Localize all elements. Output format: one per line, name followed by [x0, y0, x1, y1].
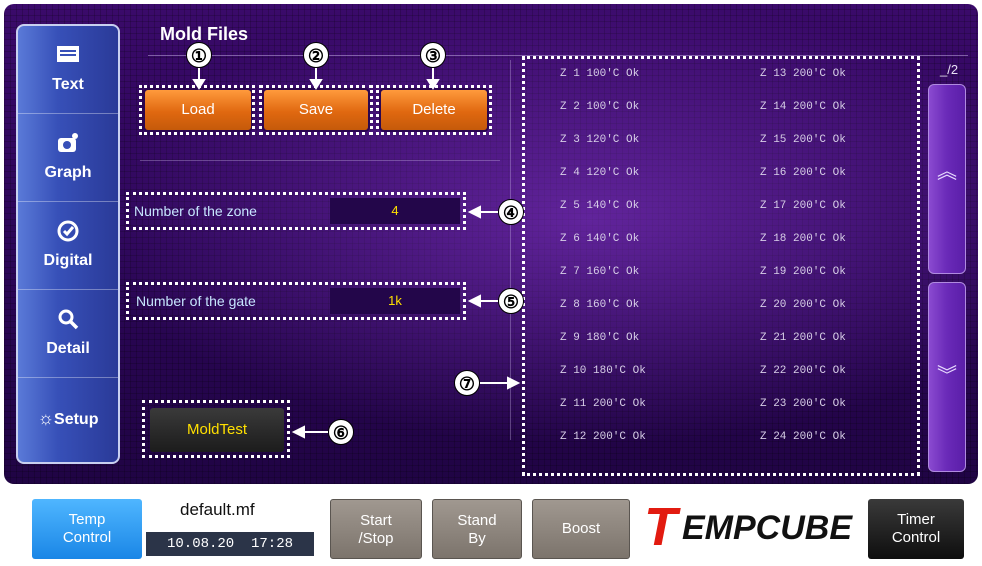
stand-by-button[interactable]: Stand By [432, 499, 522, 559]
logo-lead-letter: T [644, 497, 677, 557]
start-stop-button[interactable]: Start /Stop [330, 499, 422, 559]
temp-control-button[interactable]: Temp Control [32, 499, 142, 559]
tempcube-logo: T EMPCUBE [642, 497, 862, 558]
datetime-display: 10.08.20 17:28 [146, 532, 314, 556]
boost-button[interactable]: Boost [532, 499, 630, 559]
logo-text: EMPCUBE [682, 509, 853, 547]
file-name: default.mf [180, 500, 255, 519]
timer-control-button[interactable]: Timer Control [868, 499, 964, 559]
callout-arrows [192, 68, 521, 439]
